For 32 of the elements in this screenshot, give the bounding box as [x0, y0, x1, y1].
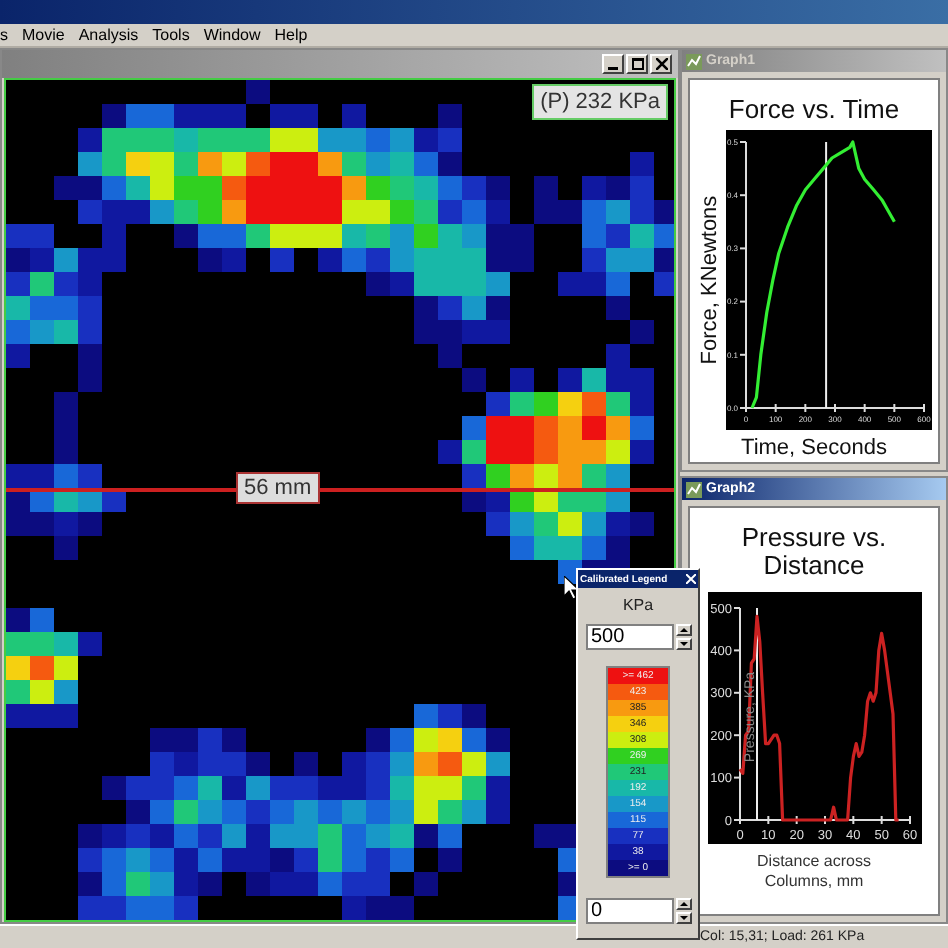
menu-item[interactable]: Movie — [22, 26, 65, 44]
chart-title: Force vs. Time — [728, 96, 900, 125]
menu-item[interactable]: Help — [274, 26, 308, 44]
close-icon[interactable] — [686, 574, 696, 584]
menu-item[interactable]: Window — [203, 26, 261, 44]
menu-item[interactable]: s — [0, 26, 8, 44]
minimize-button[interactable] — [602, 54, 624, 74]
maximize-button[interactable] — [626, 54, 648, 74]
spin-up-button[interactable] — [675, 898, 691, 910]
spin-up-button[interactable] — [675, 624, 691, 636]
axis-label: Force, KNewtons — [699, 196, 723, 365]
down-arrow-icon — [679, 642, 687, 646]
up-arrow-icon — [679, 902, 687, 906]
menu-item[interactable]: Tools — [152, 26, 190, 44]
maximize-icon — [631, 58, 643, 70]
up-arrow-icon — [679, 628, 687, 632]
min-input[interactable]: 0 — [585, 898, 673, 924]
ruler-label: 56 mm — [236, 472, 320, 504]
window-icon — [686, 53, 702, 69]
spin-down-button[interactable] — [675, 638, 691, 650]
chart-title: Pressure vs. Distance — [739, 524, 889, 582]
pressure-readout: (P) 232 KPa — [532, 84, 668, 120]
max-input[interactable]: 500 — [585, 624, 673, 650]
close-button[interactable] — [650, 54, 672, 74]
spin-down-button[interactable] — [675, 912, 691, 924]
close-icon — [655, 58, 667, 70]
axis-label: Distance across Columns, mm — [755, 851, 873, 893]
unit-label: KPa — [622, 596, 654, 614]
down-arrow-icon — [679, 916, 687, 920]
axis-label: Time, Seconds — [741, 436, 887, 461]
menu-item[interactable]: Analysis — [78, 26, 139, 44]
window-icon — [686, 481, 702, 497]
